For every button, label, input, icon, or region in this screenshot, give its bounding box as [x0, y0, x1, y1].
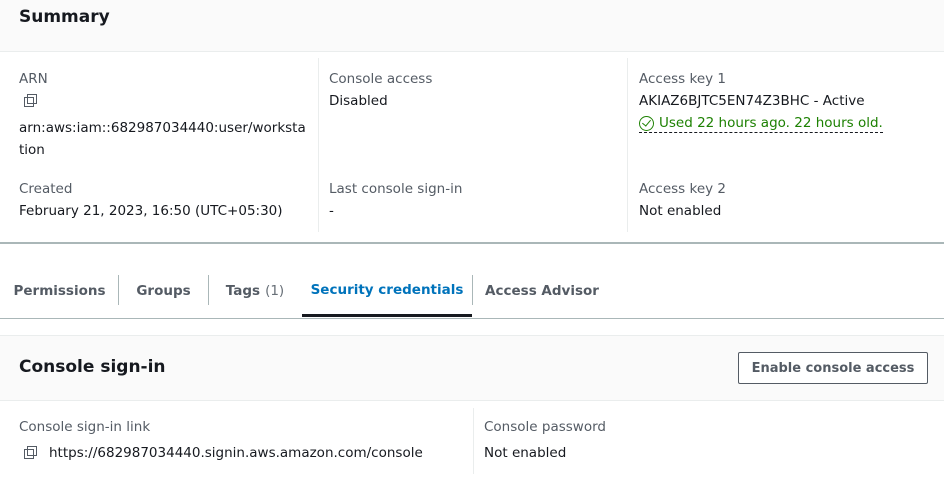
- console-access-label: Console access: [329, 71, 433, 87]
- tab-access-advisor[interactable]: Access Advisor: [473, 265, 611, 317]
- summary-header: Summary: [0, 0, 944, 52]
- access-key1-value: AKIAZ6BJTC5EN74Z3BHC - Active: [639, 93, 865, 109]
- enable-console-access-button[interactable]: Enable console access: [738, 352, 928, 384]
- created-label: Created: [19, 181, 73, 197]
- signin-link-label: Console sign-in link: [19, 419, 151, 435]
- created-value: February 21, 2023, 16:50 (UTC+05:30): [19, 203, 283, 219]
- access-key2-value: Not enabled: [639, 203, 722, 219]
- summary-title: Summary: [19, 7, 110, 27]
- summary-divider: [0, 242, 944, 244]
- column-divider: [627, 58, 628, 232]
- last-signin-label: Last console sign-in: [329, 181, 463, 197]
- access-key1-status[interactable]: Used 22 hours ago. 22 hours old.: [639, 115, 883, 133]
- tab-count: (1): [265, 283, 285, 299]
- console-password-value: Not enabled: [484, 445, 567, 461]
- console-signin-title: Console sign-in: [19, 357, 166, 377]
- copy-icon[interactable]: [24, 94, 38, 108]
- access-key2-label: Access key 2: [639, 181, 727, 197]
- access-key1-status-text: Used 22 hours ago. 22 hours old.: [659, 115, 883, 131]
- signin-link-value: https://682987034440.signin.aws.amazon.c…: [49, 445, 423, 461]
- column-divider: [318, 58, 319, 232]
- tabs-underline: [0, 318, 944, 319]
- console-signin-header: Console sign-in Enable console access: [0, 335, 944, 401]
- console-access-value: Disabled: [329, 93, 388, 109]
- last-signin-value: -: [329, 203, 334, 219]
- tab-label: Permissions: [13, 283, 106, 299]
- arn-label: ARN: [19, 71, 48, 87]
- tab-groups[interactable]: Groups: [119, 265, 208, 317]
- tab-tags[interactable]: Tags (1): [209, 265, 301, 317]
- check-circle-icon: [639, 115, 654, 131]
- tab-label: Tags: [225, 283, 261, 299]
- column-divider: [473, 408, 474, 474]
- arn-value: arn:aws:iam::682987034440:user/workstati…: [19, 120, 306, 158]
- console-password-label: Console password: [484, 419, 606, 435]
- tab-label: Groups: [136, 283, 191, 299]
- copy-icon[interactable]: [24, 446, 38, 460]
- tab-permissions[interactable]: Permissions: [6, 265, 113, 317]
- tab-label: Access Advisor: [485, 283, 599, 299]
- tab-security-credentials[interactable]: Security credentials: [302, 265, 472, 317]
- tab-label: Security credentials: [310, 281, 464, 298]
- access-key1-label: Access key 1: [639, 71, 727, 87]
- tab-bar: Permissions Groups Tags (1) Security cre…: [0, 265, 944, 319]
